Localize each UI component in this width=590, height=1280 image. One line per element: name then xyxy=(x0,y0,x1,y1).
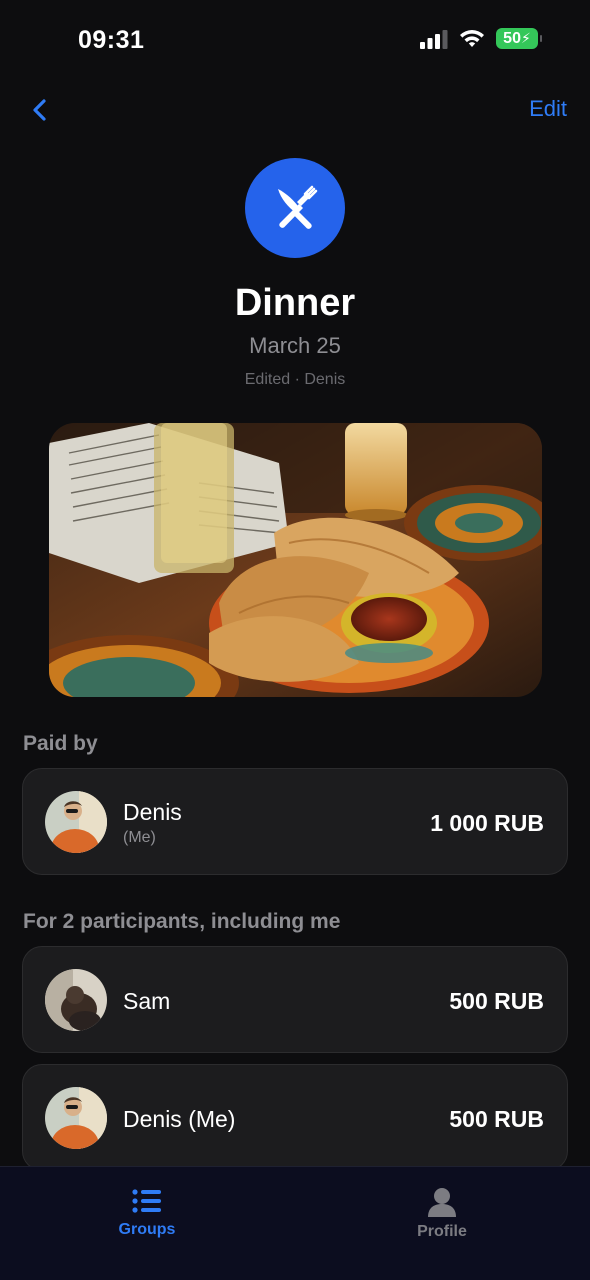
tab-groups-label: Groups xyxy=(118,1221,176,1238)
chevron-left-icon xyxy=(33,99,46,121)
expense-title: Dinner xyxy=(234,282,356,324)
tab-profile[interactable]: Profile xyxy=(372,1187,512,1241)
payer-amount: 1 000 RUB xyxy=(430,810,544,836)
back-button[interactable] xyxy=(26,94,56,126)
battery-level: 50 xyxy=(503,29,521,47)
battery-icon: 50 ⚡ xyxy=(496,28,542,49)
wifi-icon xyxy=(460,29,484,47)
edited-by: Edited · Denis xyxy=(244,371,346,388)
status-time: 09:31 xyxy=(78,26,145,54)
status-indicators: 50 ⚡ xyxy=(420,28,542,49)
avatar-denis-image xyxy=(45,791,107,853)
tab-profile-label: Profile xyxy=(417,1223,467,1240)
participants-label: For 2 participants, including me xyxy=(23,910,341,933)
food-photo-illustration xyxy=(49,423,542,697)
avatar xyxy=(45,1087,107,1149)
expense-date: March 25 xyxy=(249,333,341,358)
status-bar: 09:31 50 ⚡ xyxy=(0,0,590,80)
payer-card[interactable]: Denis (Me) 1 000 RUB xyxy=(22,768,568,875)
participant-amount: 500 RUB xyxy=(449,988,544,1014)
participant-name: Sam xyxy=(123,988,171,1014)
cellular-signal-icon xyxy=(420,29,448,49)
nav-bar: Edit xyxy=(0,88,590,132)
participant-name: Denis (Me) xyxy=(123,1106,236,1132)
category-icon xyxy=(245,158,345,258)
list-icon xyxy=(132,1189,161,1213)
avatar-denis-image xyxy=(45,1087,107,1149)
participant-row[interactable]: Sam 500 RUB xyxy=(22,946,568,1053)
avatar xyxy=(45,791,107,853)
tab-bar: Groups Profile xyxy=(0,1166,590,1280)
charging-bolt-icon: ⚡ xyxy=(520,30,531,46)
payer-me-label: (Me) xyxy=(123,829,156,846)
fork-knife-icon xyxy=(278,185,318,229)
avatar xyxy=(45,969,107,1031)
payer-name: Denis xyxy=(123,799,182,825)
participant-amount: 500 RUB xyxy=(449,1106,544,1132)
edit-button[interactable]: Edit xyxy=(529,96,567,122)
person-icon xyxy=(428,1188,456,1217)
participant-row[interactable]: Denis (Me) 500 RUB xyxy=(22,1064,568,1171)
avatar-sam-image xyxy=(45,969,107,1031)
tab-groups[interactable]: Groups xyxy=(77,1187,217,1239)
paid-by-label: Paid by xyxy=(23,732,98,755)
expense-photo[interactable] xyxy=(49,423,542,697)
